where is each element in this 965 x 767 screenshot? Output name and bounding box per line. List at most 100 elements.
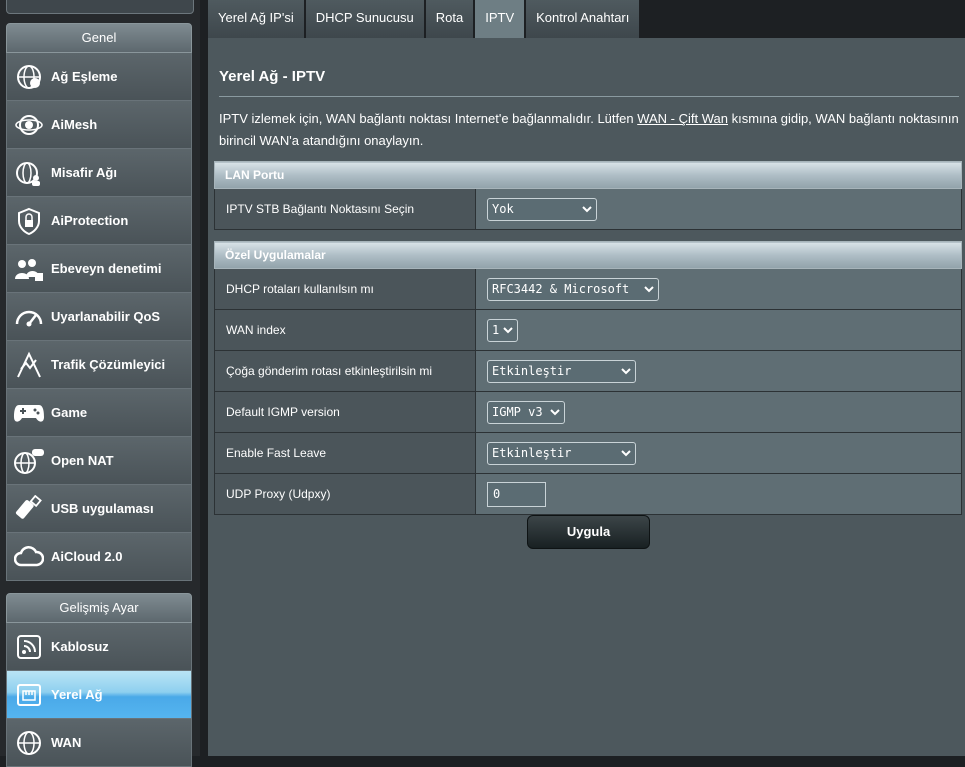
tab-dhcp-server[interactable]: DHCP Sunucusu: [305, 0, 424, 38]
sidebar-item-guest-network[interactable]: Misafir Ağı: [6, 149, 192, 197]
sidebar-item-wan[interactable]: WAN: [6, 719, 192, 767]
sidebar-item-label: WAN: [51, 735, 82, 750]
sidebar-item-label: Misafir Ağı: [51, 165, 117, 180]
apply-button[interactable]: Uygula: [527, 515, 650, 549]
menu-group-title: Gelişmiş Ayar: [6, 593, 192, 623]
speedometer-icon: [7, 304, 51, 330]
table-row: WAN index 1: [214, 309, 962, 351]
sidebar-item-aiprotection[interactable]: AiProtection: [6, 197, 192, 245]
igmp-version-select[interactable]: IGMP v3: [487, 400, 565, 424]
tab-route[interactable]: Rota: [425, 0, 474, 38]
field-cell: Yok: [475, 188, 962, 230]
lan-port-table: LAN Portu IPTV STB Bağlantı Noktasını Se…: [214, 161, 962, 230]
table-row: DHCP rotaları kullanılsın mı RFC3442 & M…: [214, 268, 962, 310]
chevron-down-icon: [621, 367, 631, 374]
field-label: Enable Fast Leave: [214, 432, 476, 474]
section-header-special-applications: Özel Uygulamalar: [214, 241, 962, 269]
field-cell: Etkinleştir: [475, 432, 962, 474]
menu-group-general: Genel Ağ Eşleme AiMesh Misafir Ağı AiPro…: [6, 23, 192, 581]
sidebar-item-game[interactable]: Game: [6, 389, 192, 437]
table-row: Çoğa gönderim rotası etkinleştirilsin mi…: [214, 350, 962, 392]
table-row: IPTV STB Bağlantı Noktasını Seçin Yok: [214, 188, 962, 230]
multicast-routing-select[interactable]: Etkinleştir: [487, 359, 636, 383]
wan-dual-wan-link[interactable]: WAN - Çift Wan: [637, 111, 728, 126]
select-value: 1: [492, 323, 500, 337]
aimesh-icon: [7, 111, 51, 139]
chevron-down-icon: [503, 326, 513, 333]
gamepad-icon: [7, 401, 51, 425]
sidebar-item-label: Kablosuz: [51, 639, 109, 654]
select-value: Etkinleştir: [492, 446, 572, 460]
sidebar-item-traffic-analyzer[interactable]: Trafik Çözümleyici: [6, 341, 192, 389]
sidebar-item-network-map[interactable]: Ağ Eşleme: [6, 53, 192, 101]
network-map-icon: [7, 63, 51, 91]
sidebar-item-parental-control[interactable]: Ebeveyn denetimi: [6, 245, 192, 293]
sidebar-item-label: AiProtection: [51, 213, 129, 228]
field-cell: [475, 473, 962, 515]
chevron-down-icon: [621, 449, 631, 456]
sidebar-item-label: Game: [51, 405, 88, 420]
globe-icon: [7, 729, 51, 757]
tab-lan-ip[interactable]: Yerel Ağ IP'si: [208, 0, 304, 38]
sidebar-item-label: Ebeveyn denetimi: [51, 261, 162, 276]
menu-group-title: Genel: [6, 23, 192, 53]
wireless-icon: [7, 633, 51, 661]
sidebar-item-aimesh[interactable]: AiMesh: [6, 101, 192, 149]
chevron-down-icon: [644, 285, 654, 292]
select-value: Etkinleştir: [492, 364, 572, 378]
field-label: WAN index: [214, 309, 476, 351]
sidebar-item-label: USB uygulaması: [51, 501, 154, 516]
sidebar-item-lan[interactable]: Yerel Ağ: [6, 671, 192, 719]
table-row: Enable Fast Leave Etkinleştir: [214, 432, 962, 474]
dhcp-routes-select[interactable]: RFC3442 & Microsoft: [487, 277, 659, 301]
open-nat-icon: [7, 446, 51, 476]
cloud-icon: [7, 545, 51, 569]
shield-lock-icon: [7, 207, 51, 235]
field-label: Çoğa gönderim rotası etkinleştirilsin mi: [214, 350, 476, 392]
sidebar-item-label: AiMesh: [51, 117, 98, 132]
field-cell: 1: [475, 309, 962, 351]
field-label: IPTV STB Bağlantı Noktasını Seçin: [214, 188, 476, 230]
tab-switch-control[interactable]: Kontrol Anahtarı: [526, 0, 640, 38]
description-text: IPTV izlemek için, WAN bağlantı noktası …: [219, 111, 638, 126]
fast-leave-select[interactable]: Etkinleştir: [487, 441, 636, 465]
tab-iptv[interactable]: IPTV: [475, 0, 525, 38]
select-value: RFC3442 & Microsoft: [492, 282, 630, 296]
title-divider: [219, 96, 959, 97]
sidebar: Genel Ağ Eşleme AiMesh Misafir Ağı AiPro…: [0, 0, 200, 767]
traffic-analyzer-icon: [7, 351, 51, 379]
page-description: IPTV izlemek için, WAN bağlantı noktası …: [219, 108, 964, 152]
select-value: IGMP v3: [492, 405, 543, 419]
sidebar-item-label: Open NAT: [51, 453, 114, 468]
sidebar-item-aicloud[interactable]: AiCloud 2.0: [6, 533, 192, 581]
select-value: Yok: [492, 202, 514, 216]
field-label: Default IGMP version: [214, 391, 476, 433]
usb-icon: [7, 494, 51, 523]
parental-control-icon: [7, 255, 51, 283]
sidebar-item-label: Uyarlanabilir QoS: [51, 309, 161, 324]
field-label: DHCP rotaları kullanılsın mı: [214, 268, 476, 310]
tab-bar: Yerel Ağ IP'si DHCP Sunucusu Rota IPTV K…: [208, 0, 640, 38]
menu-group-advanced: Gelişmiş Ayar Kablosuz Yerel Ağ WAN: [6, 593, 192, 767]
sidebar-item-label: Trafik Çözümleyici: [51, 357, 166, 372]
wan-index-select[interactable]: 1: [487, 318, 518, 342]
main-panel: Yerel Ağ - IPTV IPTV izlemek için, WAN b…: [208, 38, 965, 756]
field-cell: RFC3442 & Microsoft: [475, 268, 962, 310]
sidebar-item-label: Ağ Eşleme: [51, 69, 118, 84]
page-title: Yerel Ağ - IPTV: [219, 68, 326, 85]
sidebar-item-adaptive-qos[interactable]: Uyarlanabilir QoS: [6, 293, 192, 341]
guest-network-icon: [7, 159, 51, 187]
sidebar-item-open-nat[interactable]: Open NAT: [6, 437, 192, 485]
sidebar-item-label: AiCloud 2.0: [51, 549, 123, 564]
stb-port-select[interactable]: Yok: [487, 197, 597, 221]
field-cell: IGMP v3: [475, 391, 962, 433]
udpxy-port-input[interactable]: [487, 481, 546, 507]
field-label: UDP Proxy (Udpxy): [214, 473, 476, 515]
lan-icon: [7, 681, 51, 709]
table-row: Default IGMP version IGMP v3: [214, 391, 962, 433]
sidebar-item-usb-application[interactable]: USB uygulaması: [6, 485, 192, 533]
sidebar-item-wireless[interactable]: Kablosuz: [6, 623, 192, 671]
field-cell: Etkinleştir: [475, 350, 962, 392]
chevron-down-icon: [582, 205, 592, 212]
table-row: UDP Proxy (Udpxy): [214, 473, 962, 515]
